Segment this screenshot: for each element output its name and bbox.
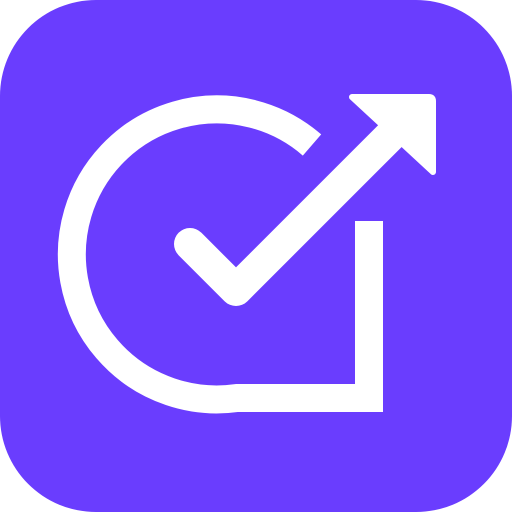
goal-check-icon xyxy=(0,0,512,512)
app-icon xyxy=(0,0,512,512)
